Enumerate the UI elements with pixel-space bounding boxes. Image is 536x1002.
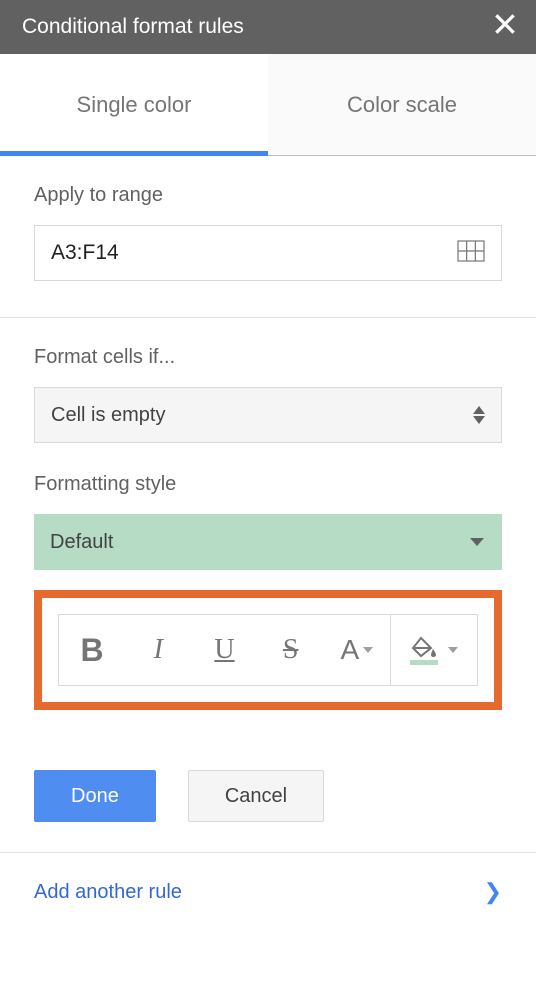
add-rule-link[interactable]: Add another rule ❯ <box>0 853 536 931</box>
close-icon[interactable] <box>492 11 518 43</box>
add-rule-label: Add another rule <box>34 881 182 904</box>
chevron-right-icon: ❯ <box>484 879 502 905</box>
range-section: Apply to range <box>0 156 536 318</box>
text-color-icon: A <box>341 634 360 666</box>
tab-single-color-label: Single color <box>77 92 192 118</box>
done-button[interactable]: Done <box>34 770 156 822</box>
style-selected: Default <box>50 531 113 554</box>
format-section: Format cells if... Cell is empty Formatt… <box>0 318 536 746</box>
tab-single-color[interactable]: Single color <box>0 54 268 155</box>
style-dropdown[interactable]: Default <box>34 514 502 570</box>
condition-select[interactable]: Cell is empty <box>34 387 502 443</box>
range-label: Apply to range <box>34 184 502 207</box>
cancel-button[interactable]: Cancel <box>188 770 324 822</box>
fill-color-icon <box>410 636 438 665</box>
underline-icon: U <box>214 634 234 666</box>
italic-icon: I <box>154 634 163 666</box>
fill-color-caret-icon <box>448 647 458 653</box>
range-input-wrap[interactable] <box>34 225 502 281</box>
strikethrough-icon: S <box>283 634 299 666</box>
select-caret-icon <box>473 406 485 424</box>
formatting-toolbar-highlight: B I U S A <box>34 590 502 710</box>
tab-color-scale-label: Color scale <box>347 92 457 118</box>
panel-header: Conditional format rules <box>0 0 536 54</box>
condition-label: Format cells if... <box>34 346 502 369</box>
style-label: Formatting style <box>34 473 502 496</box>
bold-button[interactable]: B <box>59 615 125 685</box>
text-color-button[interactable]: A <box>324 615 390 685</box>
dropdown-caret-icon <box>470 538 484 546</box>
formatting-toolbar: B I U S A <box>58 614 478 686</box>
underline-button[interactable]: U <box>191 615 257 685</box>
button-row: Done Cancel <box>0 746 536 853</box>
condition-selected: Cell is empty <box>51 404 165 427</box>
strikethrough-button[interactable]: S <box>258 615 324 685</box>
grid-icon[interactable] <box>457 240 485 267</box>
range-input[interactable] <box>51 241 457 265</box>
bold-icon: B <box>81 632 104 669</box>
tabs: Single color Color scale <box>0 54 536 156</box>
italic-button[interactable]: I <box>125 615 191 685</box>
panel-title: Conditional format rules <box>22 15 244 39</box>
tab-color-scale[interactable]: Color scale <box>268 54 536 155</box>
fill-color-button[interactable] <box>391 615 477 685</box>
text-color-caret-icon <box>363 647 373 653</box>
